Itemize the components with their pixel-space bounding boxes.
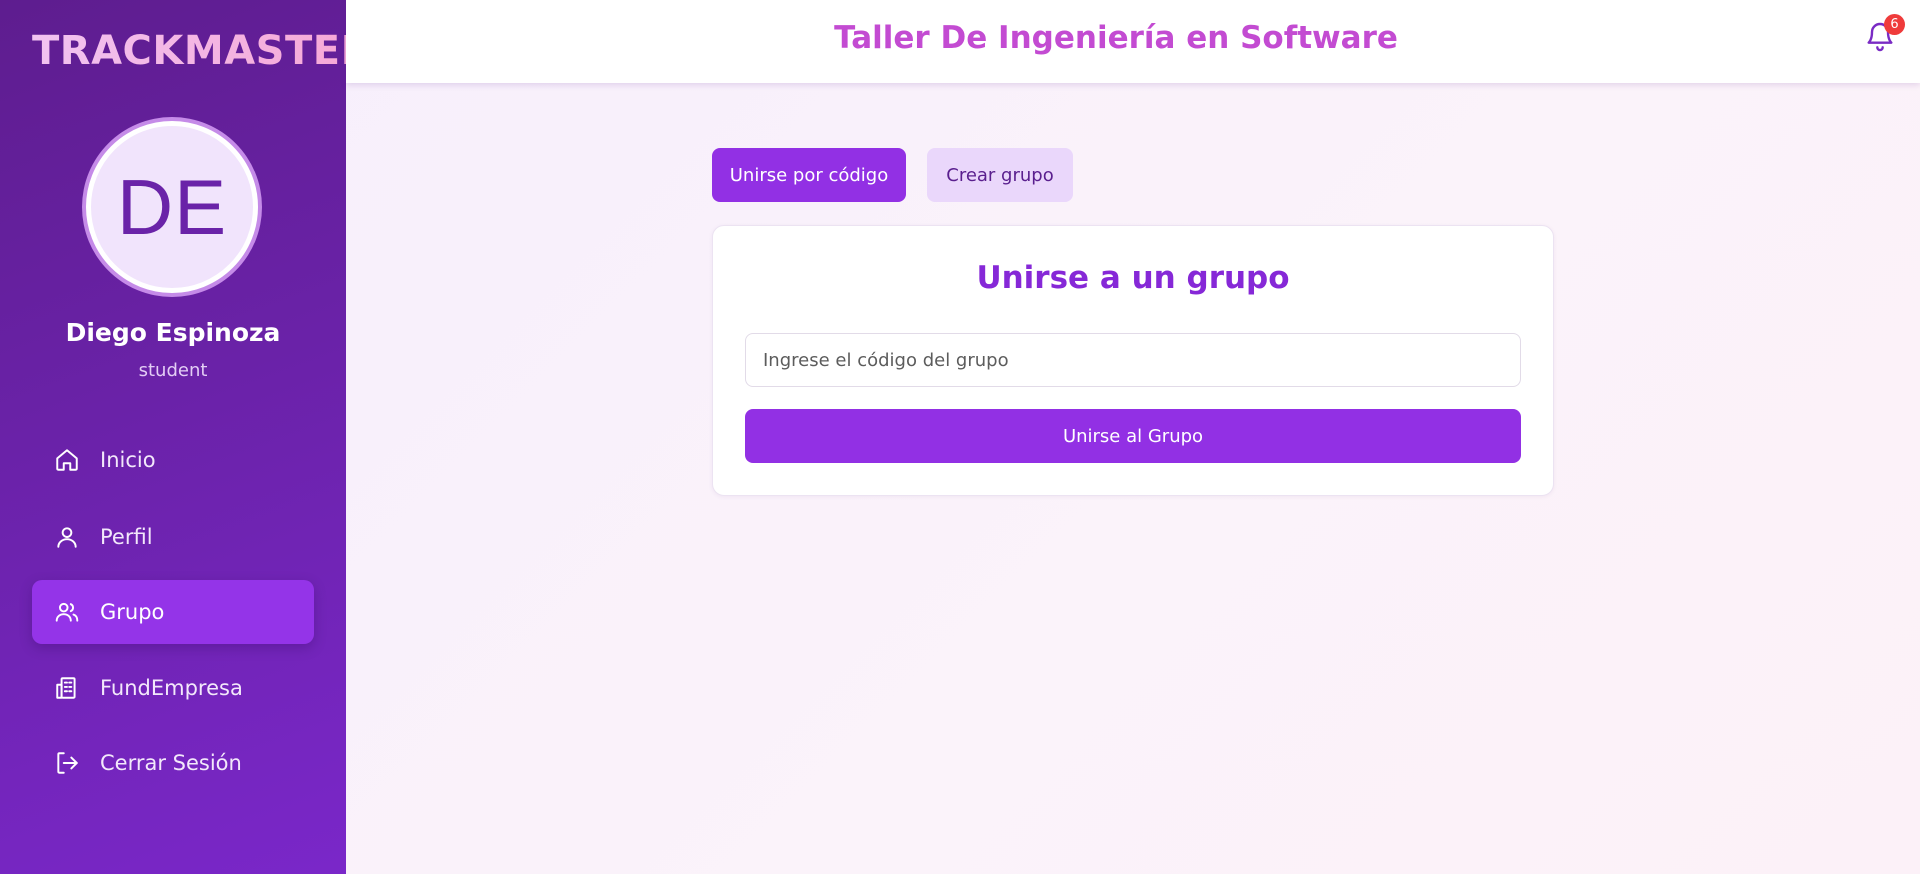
sidebar-item-perfil[interactable]: Perfil <box>32 505 314 569</box>
top-bar: Taller De Ingeniería en Software 6 <box>346 0 1920 83</box>
tab-create-group[interactable]: Crear grupo <box>927 148 1073 202</box>
sidebar-item-label: Perfil <box>100 525 153 549</box>
sidebar-item-inicio[interactable]: Inicio <box>32 428 314 492</box>
join-group-card: Unirse a un grupo Unirse al Grupo <box>712 225 1554 496</box>
card-title: Unirse a un grupo <box>976 260 1290 296</box>
sidebar-item-label: Grupo <box>100 600 165 624</box>
logout-icon <box>54 750 80 776</box>
join-group-button[interactable]: Unirse al Grupo <box>745 409 1521 463</box>
avatar: DE <box>86 121 258 293</box>
notification-badge: 6 <box>1884 14 1905 35</box>
sidebar: TRACKMASTER DE Diego Espinoza student In… <box>0 0 371 874</box>
home-icon <box>54 447 80 473</box>
sidebar-item-grupo[interactable]: Grupo <box>32 580 314 644</box>
building-icon <box>54 675 80 701</box>
tab-join-by-code[interactable]: Unirse por código <box>712 148 906 202</box>
tab-label: Crear grupo <box>946 164 1054 186</box>
sidebar-item-cerrar-sesion[interactable]: Cerrar Sesión <box>32 731 314 795</box>
group-code-input[interactable] <box>745 333 1521 387</box>
users-icon <box>54 599 80 625</box>
tab-label: Unirse por código <box>729 164 889 186</box>
sidebar-item-fundempresa[interactable]: FundEmpresa <box>32 656 314 720</box>
user-icon <box>54 524 80 550</box>
sidebar-item-label: FundEmpresa <box>100 676 243 700</box>
user-name: Diego Espinoza <box>65 318 281 347</box>
page-title: Taller De Ingeniería en Software <box>834 20 1398 56</box>
sidebar-item-label: Inicio <box>100 448 156 472</box>
brand-logo: TRACKMASTER <box>0 28 371 74</box>
sidebar-item-label: Cerrar Sesión <box>100 751 242 775</box>
user-role: student <box>138 360 208 381</box>
